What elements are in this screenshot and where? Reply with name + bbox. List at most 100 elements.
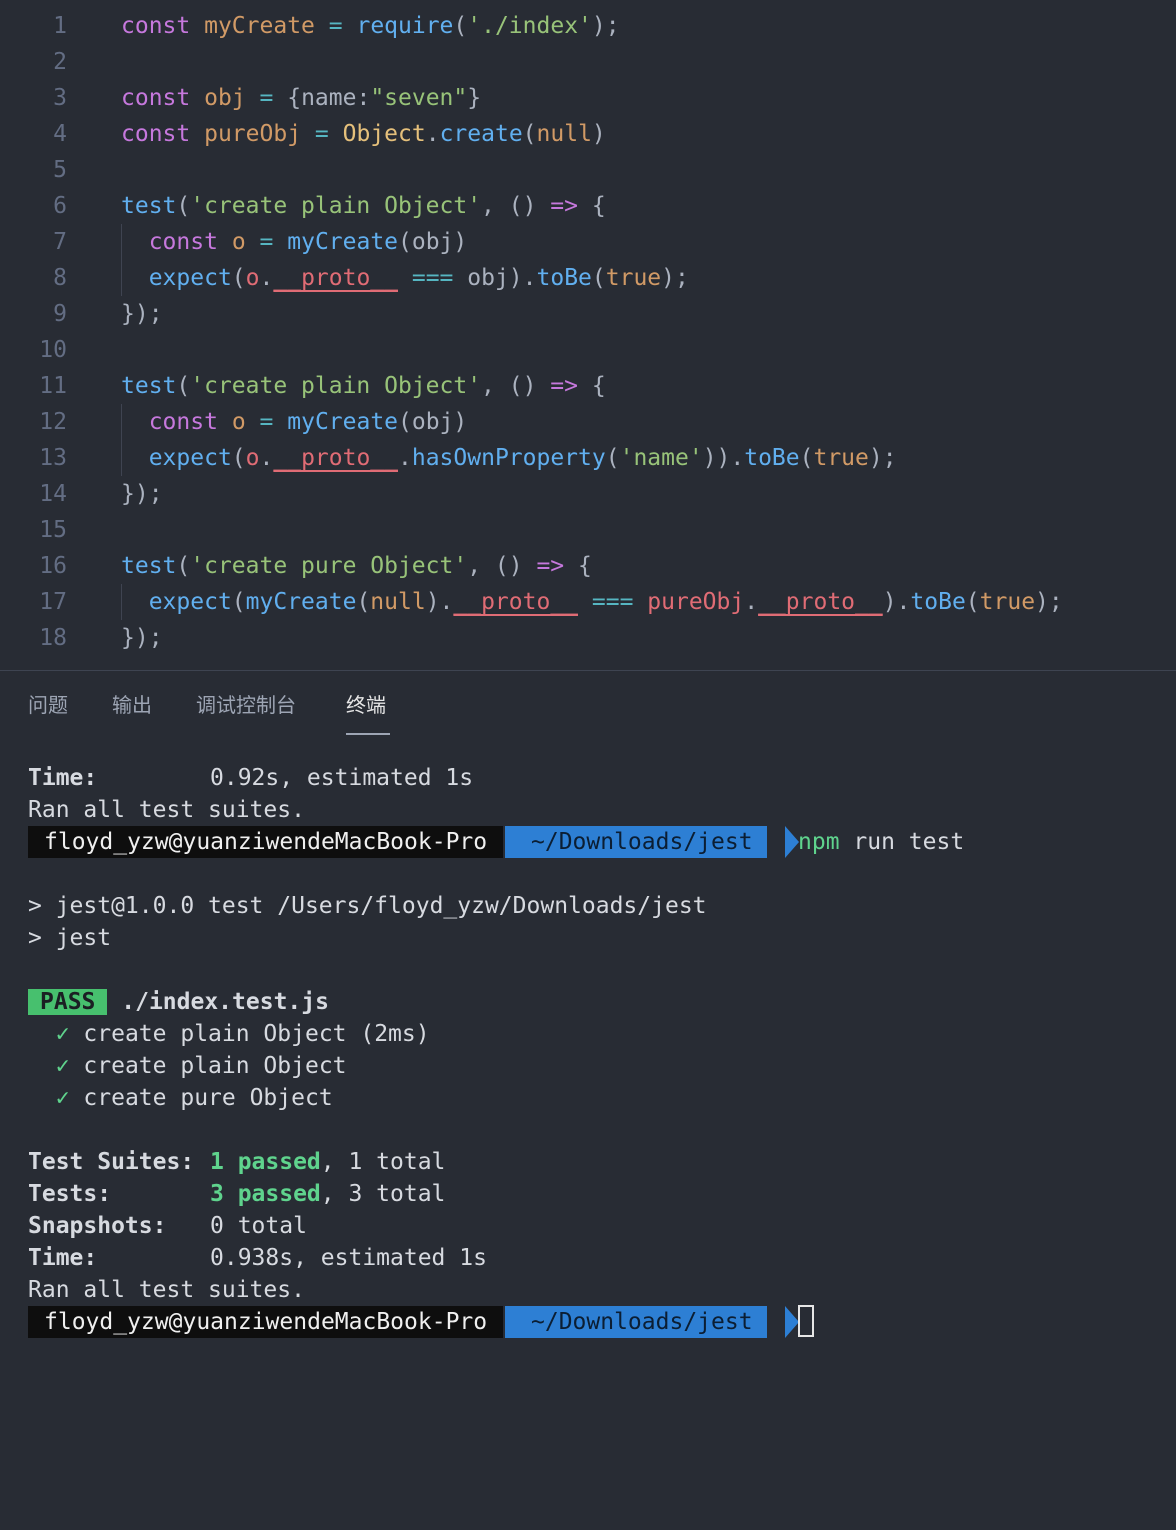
code-token: __proto__ — [758, 589, 883, 615]
code-token: require — [356, 13, 454, 39]
code-token: = — [314, 121, 329, 147]
code-token: ); — [1035, 589, 1063, 615]
code-token: }); — [121, 625, 163, 651]
code-line[interactable]: 18}); — [0, 620, 1176, 656]
code-token: null — [370, 589, 426, 615]
code-text: test('create plain Object', () => { — [121, 188, 606, 224]
code-line[interactable]: 4 const pureObj = Object.create(null) — [0, 116, 1176, 152]
code-token: ( — [605, 445, 620, 471]
code-line[interactable]: 7 const o = myCreate(obj) — [0, 224, 1176, 260]
test-result-item: ✓ create plain Object (2ms) — [28, 1018, 430, 1050]
code-text: expect(o.__proto__ === obj).toBe(true); — [121, 260, 689, 296]
code-token: }); — [121, 481, 163, 507]
code-token: ). — [882, 589, 911, 615]
code-text: const myCreate = require('./index'); — [121, 8, 620, 44]
code-token: const — [121, 121, 191, 147]
code-token: === — [591, 589, 634, 615]
code-line[interactable]: 12 const o = myCreate(obj) — [0, 404, 1176, 440]
tab-debug-console[interactable]: 调试控制台 — [196, 689, 296, 718]
code-line[interactable]: 13 expect(o.__proto__.hasOwnProperty('na… — [0, 440, 1176, 476]
line-number: 1 — [53, 13, 67, 39]
active-tab-indicator — [346, 733, 390, 735]
code-token: ); — [591, 13, 620, 39]
code-token: (obj) — [398, 409, 468, 435]
code-token: const — [121, 13, 191, 39]
code-token: null — [536, 121, 592, 147]
code-line[interactable]: 6 test('create plain Object', () => { — [0, 188, 1176, 224]
code-line[interactable]: 17 expect(myCreate(null).__proto__ === p… — [0, 584, 1176, 620]
line-number: 15 — [39, 517, 67, 543]
test-result-item: ✓ create plain Object — [28, 1050, 347, 1082]
code-token: ( — [799, 445, 814, 471]
code-text: }); — [121, 620, 163, 656]
tests-label: Tests: — [28, 1181, 112, 1207]
code-token: . — [259, 265, 274, 291]
code-token: o — [245, 445, 260, 471]
ran-all-line: Ran all test suites. — [28, 797, 305, 823]
code-line[interactable]: 11 test('create plain Object', () => { — [0, 368, 1176, 404]
code-token: Object — [342, 121, 426, 147]
panel-tab-bar: 问题 输出 调试控制台 终端 — [0, 671, 1176, 741]
code-line[interactable]: 9}); — [0, 296, 1176, 332]
code-token: myCreate — [204, 13, 315, 39]
shell-prompt: floyd_yzw@yuanziwendeMacBook-Pro ~/Downl… — [28, 1304, 814, 1338]
code-token: ); — [868, 445, 897, 471]
code-line[interactable]: 10 — [0, 332, 1176, 368]
code-line[interactable]: 2 — [0, 44, 1176, 80]
test-name: create plain Object — [83, 1053, 347, 1079]
code-line[interactable]: 16 test('create pure Object', () => { — [0, 548, 1176, 584]
tab-problems[interactable]: 问题 — [28, 689, 68, 718]
snapshots-label: Snapshots: — [28, 1213, 167, 1239]
code-token: 'create plain Object' — [190, 373, 482, 399]
time-label: Time: — [28, 1245, 98, 1271]
code-token: o — [245, 265, 260, 291]
code-token: __proto__ — [453, 589, 579, 615]
code-line[interactable]: 8 expect(o.__proto__ === obj).toBe(true)… — [0, 260, 1176, 296]
test-result-item: ✓ create pure Object — [28, 1082, 333, 1114]
code-token: ( — [965, 589, 980, 615]
test-name: create plain Object (2ms) — [83, 1021, 430, 1047]
code-editor[interactable]: 1 const myCreate = require('./index'); 2 3 c… — [0, 0, 1176, 670]
code-token: , () — [481, 373, 551, 399]
code-line[interactable]: 3 const obj = {name:"seven"} — [0, 80, 1176, 116]
code-line[interactable]: 5 — [0, 152, 1176, 188]
code-token: => — [550, 373, 578, 399]
code-line[interactable]: 15 — [0, 512, 1176, 548]
prompt-host: floyd_yzw@yuanziwendeMacBook-Pro — [28, 1306, 504, 1338]
indent-guide — [121, 224, 122, 296]
line-number: 5 — [53, 157, 67, 183]
code-token: create — [439, 121, 523, 147]
line-number: 13 — [39, 445, 67, 471]
snapshots-value: 0 total — [210, 1213, 307, 1239]
code-text: expect(myCreate(null).__proto__ === pure… — [121, 584, 1063, 620]
code-text: test('create plain Object', () => { — [121, 368, 606, 404]
terminal-cursor[interactable] — [798, 1304, 814, 1338]
tab-terminal[interactable]: 终端 — [346, 689, 386, 718]
code-token: o — [231, 409, 246, 435]
code-token: ) — [591, 121, 606, 147]
code-token: 'create pure Object' — [190, 553, 468, 579]
ran-all-line: Ran all test suites. — [28, 1277, 305, 1303]
terminal[interactable]: Time: 0.92s, estimated 1s Ran all test su… — [0, 741, 1176, 1346]
code-token: "seven" — [370, 85, 468, 111]
line-number: 17 — [39, 589, 67, 615]
code-token: obj — [204, 85, 246, 111]
command-args: run test — [839, 829, 965, 855]
indent-guide — [121, 584, 122, 620]
code-line[interactable]: 1 const myCreate = require('./index'); — [0, 8, 1176, 44]
code-token: obj). — [453, 265, 537, 291]
tab-output[interactable]: 输出 — [112, 689, 152, 718]
line-number: 4 — [53, 121, 67, 147]
code-token: => — [536, 553, 565, 579]
line-number: 3 — [53, 85, 67, 111]
code-line[interactable]: 14}); — [0, 476, 1176, 512]
time-line: Time: 0.92s, estimated 1s — [28, 762, 473, 794]
prompt-directory: ~/Downloads/jest — [505, 1306, 767, 1338]
